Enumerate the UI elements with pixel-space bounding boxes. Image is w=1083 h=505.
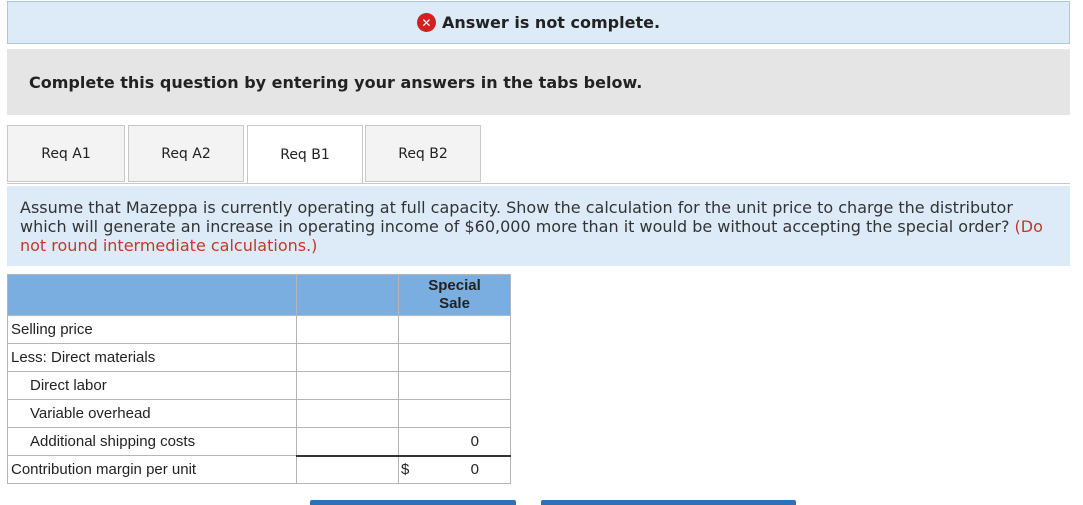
- tab-req-a2[interactable]: Req A2: [128, 125, 244, 182]
- value-input[interactable]: 0: [398, 427, 511, 456]
- row-label: Additional shipping costs: [7, 427, 297, 456]
- blank-cell: [296, 343, 399, 372]
- value-text: 0: [470, 461, 479, 479]
- header-blank: [7, 274, 297, 316]
- blank-cell: [296, 399, 399, 428]
- x-circle-icon: ✕: [416, 13, 436, 32]
- blank-cell: [296, 454, 399, 484]
- instruction-text: Complete this question by entering your …: [29, 72, 643, 92]
- header-special-sale: Special Sale: [398, 274, 511, 316]
- next-button[interactable]: [541, 500, 796, 505]
- question-text: Assume that Mazeppa is currently operati…: [20, 198, 1013, 236]
- tab-req-b1[interactable]: Req B1: [247, 125, 363, 184]
- row-label: Contribution margin per unit: [7, 455, 297, 484]
- currency-symbol: $: [401, 460, 410, 478]
- row-label: Direct labor: [7, 371, 297, 400]
- value-input[interactable]: [398, 371, 511, 400]
- table-row: Less: Direct materials: [7, 343, 511, 372]
- header-blank: [296, 274, 399, 316]
- tab-bar: Req A1 Req A2 Req B1 Req B2: [7, 125, 1070, 184]
- answer-status-banner: ✕ Answer is not complete.: [7, 1, 1070, 44]
- blank-cell: [296, 427, 399, 456]
- table-row: Additional shipping costs 0: [7, 427, 511, 456]
- value-input[interactable]: [398, 343, 511, 372]
- answer-status-text: Answer is not complete.: [441, 13, 661, 32]
- value-input[interactable]: [398, 315, 511, 344]
- value-input[interactable]: $ 0: [398, 454, 511, 484]
- row-label: Selling price: [7, 315, 297, 344]
- table-row: Selling price: [7, 315, 511, 344]
- table-header-row: Special Sale: [7, 274, 511, 316]
- value-input[interactable]: [398, 399, 511, 428]
- table-row: Contribution margin per unit $ 0: [7, 454, 511, 484]
- table-row: Variable overhead: [7, 399, 511, 428]
- tab-req-b2[interactable]: Req B2: [365, 125, 481, 182]
- tab-req-a1[interactable]: Req A1: [7, 125, 125, 182]
- special-sale-table: Special Sale Selling price Less: Direct …: [7, 274, 511, 484]
- blank-cell: [296, 315, 399, 344]
- tab-divider: [7, 183, 1070, 184]
- row-label: Less: Direct materials: [7, 343, 297, 372]
- table-row: Direct labor: [7, 371, 511, 400]
- prev-button[interactable]: [310, 500, 516, 505]
- row-label: Variable overhead: [7, 399, 297, 428]
- blank-cell: [296, 371, 399, 400]
- instruction-bar: Complete this question by entering your …: [7, 49, 1070, 115]
- question-panel: Assume that Mazeppa is currently operati…: [7, 186, 1070, 266]
